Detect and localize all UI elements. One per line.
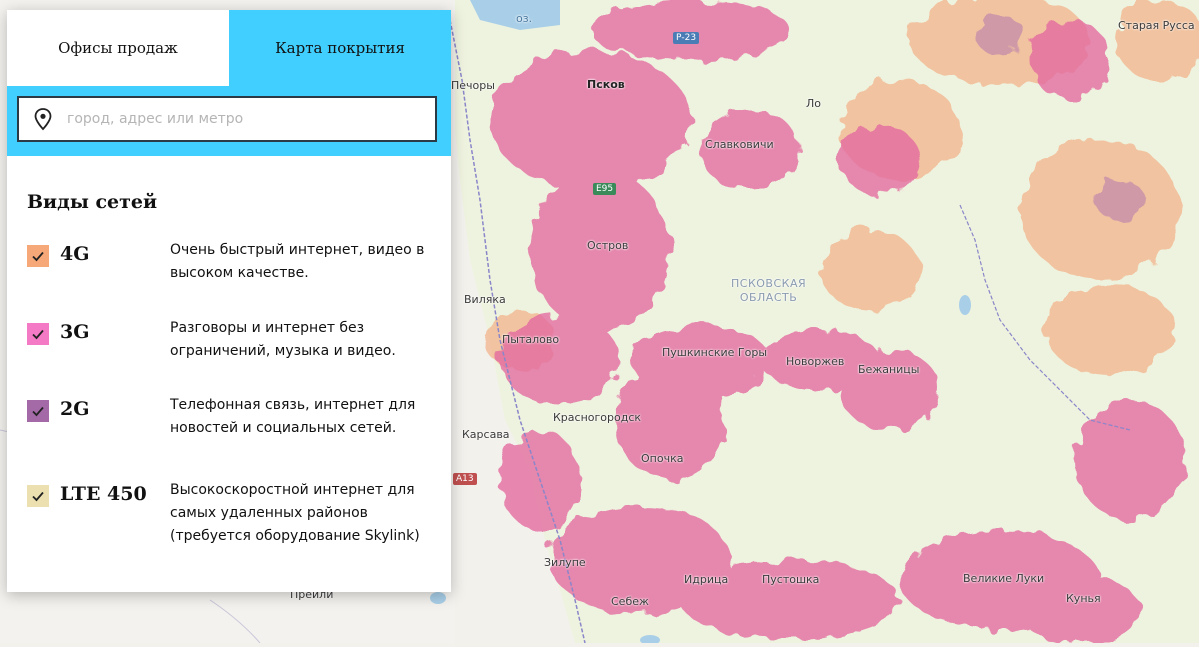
map-place-label: Пустошка xyxy=(762,573,820,586)
map-place-label: Кунья xyxy=(1066,592,1101,605)
checkbox-2g[interactable] xyxy=(27,400,49,422)
map-place-label: Новоржев xyxy=(786,355,845,368)
map-place-label: Печоры xyxy=(451,79,495,92)
networks-title: Виды сетей xyxy=(27,191,158,213)
map-place-label: Опочка xyxy=(641,452,684,465)
checkbox-lte450[interactable] xyxy=(27,485,49,507)
map-place-label: Псков xyxy=(587,78,625,91)
network-description: Очень быстрый интернет, видео в высоком … xyxy=(170,242,425,281)
road-badge: Р-23 xyxy=(673,32,700,44)
network-description: Высокоскоростной интернет для самых удал… xyxy=(170,482,420,544)
search-box[interactable] xyxy=(17,96,437,142)
checkbox-3g[interactable] xyxy=(27,323,49,345)
search-input[interactable] xyxy=(65,110,419,128)
road-badge: Е95 xyxy=(593,183,617,195)
map-place-label: Зилупе xyxy=(544,556,586,569)
map-place-label: Пыталово xyxy=(502,333,560,346)
road-badge: А13 xyxy=(453,473,477,485)
network-name: 4G xyxy=(60,243,90,265)
map-place-label: Себеж xyxy=(611,595,649,608)
check-icon xyxy=(32,251,44,262)
map-place-label: Пушкинские Горы xyxy=(662,346,768,359)
map-place-label: Великие Луки xyxy=(963,572,1045,585)
checkbox-4g[interactable] xyxy=(27,245,49,267)
network-name: 3G xyxy=(60,321,90,343)
map-place-label: Карсава xyxy=(462,428,510,441)
map-place-label: Ло xyxy=(806,97,822,110)
search-bar xyxy=(7,86,451,156)
network-name: LTE 450 xyxy=(60,483,147,505)
check-icon xyxy=(32,406,44,417)
tab-sales-offices[interactable]: Офисы продаж xyxy=(7,10,229,86)
map-place-label: Остров xyxy=(587,239,629,252)
map-place-label: Бежаницы xyxy=(858,363,920,376)
map-place-label: Старая Русса xyxy=(1118,19,1195,32)
network-description: Разговоры и интернет без ограничений, му… xyxy=(170,320,396,359)
check-icon xyxy=(32,329,44,340)
map-water-label: оз. xyxy=(516,12,533,25)
check-icon xyxy=(32,491,44,502)
network-name: 2G xyxy=(60,398,90,420)
network-description: Телефонная связь, интернет для новостей … xyxy=(170,397,416,436)
map-region-label: ПСКОВСКАЯ ОБЛАСТЬ xyxy=(731,277,807,304)
location-pin-icon xyxy=(34,108,52,131)
tab-coverage-map[interactable]: Карта покрытия xyxy=(229,10,451,86)
map-place-label: Славковичи xyxy=(705,138,774,151)
map-place-label: Идрица xyxy=(684,573,729,586)
map-place-label: Красногородск xyxy=(553,411,642,424)
coverage-panel: Офисы продаж Карта покрытия Виды сетей 4… xyxy=(7,10,451,592)
map-place-label: Виляка xyxy=(464,293,506,306)
tab-bar: Офисы продаж Карта покрытия xyxy=(7,10,451,86)
